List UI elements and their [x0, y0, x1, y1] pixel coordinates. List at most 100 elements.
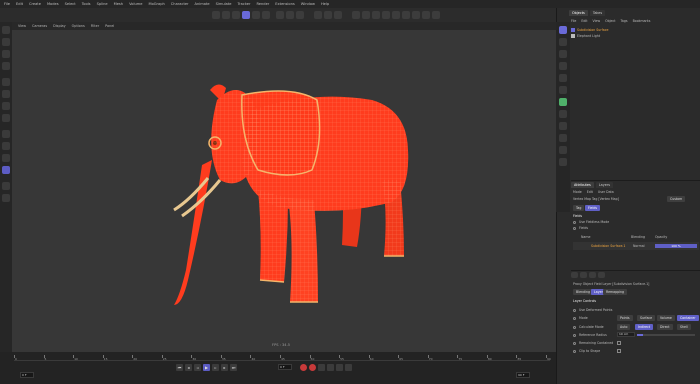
model-mode-icon[interactable]: [2, 78, 10, 86]
table-row[interactable]: Subdivision Surface.1 Normal 100 %: [573, 242, 699, 250]
deformer-tool-icon[interactable]: [559, 134, 567, 142]
objects-menu-item-file[interactable]: File: [571, 19, 576, 23]
menu-item-select[interactable]: Select: [65, 2, 76, 6]
tab-objects[interactable]: Objects: [569, 10, 588, 16]
menu-item-character[interactable]: Character: [171, 2, 189, 6]
prev-key-icon[interactable]: ◂: [185, 364, 192, 371]
snap-icon[interactable]: [2, 130, 10, 138]
calculate-mode-radio[interactable]: [573, 326, 576, 329]
menu-item-simulate[interactable]: Simulate: [216, 2, 232, 6]
list-item[interactable]: Elephant Light: [571, 33, 697, 39]
next-frame-icon[interactable]: ▹: [212, 364, 219, 371]
scale-icon[interactable]: [252, 11, 260, 19]
cube-icon[interactable]: [352, 11, 360, 19]
tab-attributes[interactable]: Attributes: [571, 182, 594, 188]
objects-menu-item-view[interactable]: View: [593, 19, 601, 23]
mode-volume-button[interactable]: Volume: [657, 315, 675, 321]
brush-icon[interactable]: [2, 166, 10, 174]
attributes-menu-item-mode[interactable]: Mode: [573, 190, 582, 194]
field-tool-icon[interactable]: [559, 146, 567, 154]
menu-item-mograph[interactable]: MoGraph: [148, 2, 164, 6]
tab-takes[interactable]: Takes: [589, 10, 606, 16]
object-list[interactable]: Subdivision Surface Elephant Light: [571, 27, 697, 39]
menu-item-create[interactable]: Create: [29, 2, 41, 6]
layer-tool-icon[interactable]: [598, 272, 605, 278]
mode-radio[interactable]: [573, 317, 576, 320]
use-deformed-points-checkbox[interactable]: [573, 309, 576, 312]
tab-tag[interactable]: Tag: [573, 205, 585, 211]
render-icon[interactable]: [324, 11, 332, 19]
rotation-key-icon[interactable]: [336, 364, 343, 371]
reference-radius-slider[interactable]: [637, 334, 695, 336]
prev-frame-icon[interactable]: ◃: [194, 364, 201, 371]
viewport-menu-item-cameras[interactable]: Cameras: [32, 24, 47, 28]
menu-item-animate[interactable]: Animate: [195, 2, 210, 6]
end-frame-field[interactable]: 90 F: [516, 372, 530, 378]
camera-tool-icon[interactable]: [559, 110, 567, 118]
polygons-mode-icon[interactable]: [2, 114, 10, 122]
render-settings-icon[interactable]: [334, 11, 342, 19]
mode-points-button[interactable]: Points: [617, 315, 633, 321]
light-icon[interactable]: [432, 11, 440, 19]
subdivision-icon[interactable]: [372, 11, 380, 19]
y-axis-icon[interactable]: [286, 11, 294, 19]
position-key-icon[interactable]: [327, 364, 334, 371]
use-fieldless-checkbox[interactable]: [573, 221, 576, 224]
spline-tool-icon[interactable]: [559, 74, 567, 82]
play-icon[interactable]: ▶: [203, 364, 210, 371]
menu-item-modes[interactable]: Modes: [47, 2, 59, 6]
attributes-menu-item-edit[interactable]: Edit: [587, 190, 593, 194]
z-axis-icon[interactable]: [296, 11, 304, 19]
text-tool-icon[interactable]: [559, 62, 567, 70]
move-tool-icon[interactable]: [2, 38, 10, 46]
layer-tool-icon[interactable]: [589, 272, 596, 278]
rotate-tool-icon[interactable]: [2, 62, 10, 70]
tag-tool-icon[interactable]: [559, 158, 567, 166]
scale-tool-icon[interactable]: [2, 50, 10, 58]
reference-radius-radio[interactable]: [573, 334, 576, 337]
pen-icon[interactable]: [362, 11, 370, 19]
field-icon[interactable]: [402, 11, 410, 19]
effector-tool-icon[interactable]: [559, 98, 567, 106]
calc-auto-button[interactable]: Auto: [617, 324, 631, 330]
edges-mode-icon[interactable]: [2, 102, 10, 110]
calc-direct-button[interactable]: Direct: [657, 324, 673, 330]
clip-to-shape-box[interactable]: [617, 349, 621, 353]
viewport-menu-item-filter[interactable]: Filter: [91, 24, 99, 28]
start-frame-field[interactable]: 0 F: [20, 372, 34, 378]
deformer-icon[interactable]: [392, 11, 400, 19]
menu-item-help[interactable]: Help: [321, 2, 329, 6]
pen-tool-icon[interactable]: [559, 38, 567, 46]
menu-item-volume[interactable]: Volume: [129, 2, 142, 6]
objects-menu-item-object[interactable]: Object: [605, 19, 615, 23]
live-selection-icon[interactable]: [2, 26, 10, 34]
menu-item-spline[interactable]: Spline: [97, 2, 108, 6]
key-icon[interactable]: [318, 364, 325, 371]
attributes-menu-item-user-data[interactable]: User Data: [598, 190, 614, 194]
tab-blending[interactable]: Blending: [573, 289, 594, 295]
viewport-menu-item-options[interactable]: Options: [72, 24, 85, 28]
scale-key-icon[interactable]: [345, 364, 352, 371]
paint-icon[interactable]: [2, 154, 10, 162]
x-axis-icon[interactable]: [276, 11, 284, 19]
viewport-menu-item-panel[interactable]: Panel: [105, 24, 114, 28]
next-key-icon[interactable]: ▸: [221, 364, 228, 371]
mode-container-button[interactable]: Container: [677, 315, 699, 321]
array-icon[interactable]: [382, 11, 390, 19]
viewport-menu-item-display[interactable]: Display: [53, 24, 66, 28]
menu-item-tools[interactable]: Tools: [82, 2, 91, 6]
3d-viewport[interactable]: FPS : 34.5: [12, 30, 556, 352]
objects-menu-item-tags[interactable]: Tags: [621, 19, 628, 23]
menu-item-file[interactable]: File: [4, 2, 10, 6]
reference-radius-input[interactable]: 10 cm: [617, 332, 635, 337]
layer-tool-icon[interactable]: [580, 272, 587, 278]
current-frame-field[interactable]: 0 F: [278, 364, 292, 370]
menu-item-render[interactable]: Render: [256, 2, 269, 6]
calc-shell-button[interactable]: Shell: [677, 324, 691, 330]
objects-menu-item-bookmarks[interactable]: Bookmarks: [633, 19, 651, 23]
undo-icon[interactable]: [212, 11, 220, 19]
points-mode-icon[interactable]: [2, 90, 10, 98]
clip-to-shape-radio[interactable]: [573, 350, 576, 353]
first-frame-icon[interactable]: ⏮: [176, 364, 183, 371]
menu-item-window[interactable]: Window: [301, 2, 315, 6]
